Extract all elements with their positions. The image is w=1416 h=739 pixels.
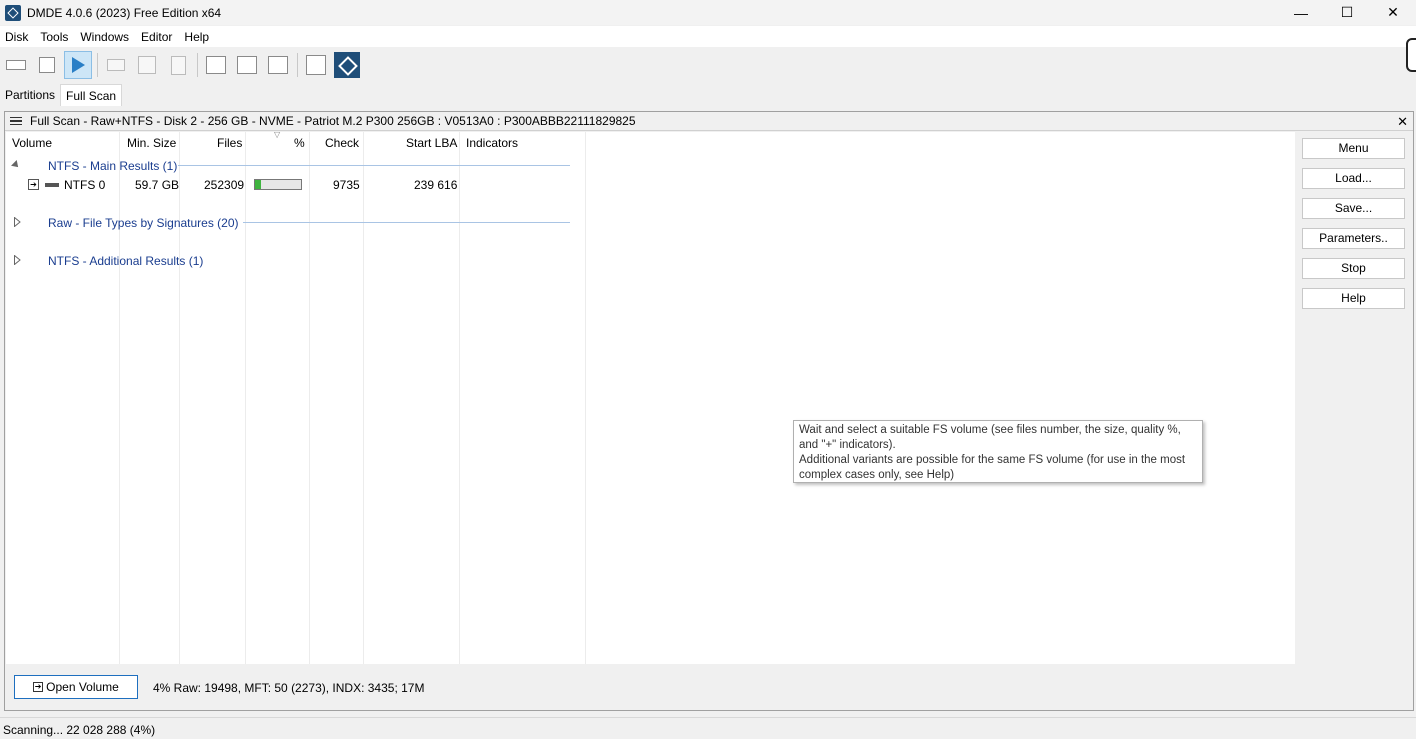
window-title: DMDE 4.0.6 (2023) Free Edition x64 [27, 5, 222, 20]
help-button[interactable]: Help [1302, 288, 1405, 309]
hint-tooltip: Wait and select a suitable FS volume (se… [793, 420, 1203, 483]
start-scan-icon[interactable] [64, 51, 92, 79]
expand-arrow-icon[interactable] [14, 254, 21, 266]
menu-tools[interactable]: Tools [35, 30, 73, 44]
panel-close-button[interactable]: ✕ [1397, 114, 1408, 130]
partitions-list-icon[interactable] [33, 51, 61, 79]
menu-bar: Disk Tools Windows Editor Help [0, 26, 1416, 47]
volume-disk-icon [45, 183, 59, 187]
details-view-icon[interactable] [264, 51, 292, 79]
status-text: Scanning... 22 028 288 (4%) [3, 723, 156, 737]
panel-title: Full Scan - Raw+NTFS - Disk 2 - 256 GB -… [30, 114, 636, 128]
load-button[interactable]: Load... [1302, 168, 1405, 189]
tab-bar: Partitions Full Scan [0, 84, 123, 106]
search-files-icon[interactable] [133, 51, 161, 79]
save-button[interactable]: Save... [1302, 198, 1405, 219]
disk-drive-icon[interactable] [2, 51, 30, 79]
column-divider [363, 132, 364, 664]
column-header-percent[interactable]: % [294, 136, 305, 150]
open-volume-tool-icon[interactable] [102, 51, 130, 79]
volume-start-lba: 239 616 [414, 178, 458, 192]
scan-progress-info: 4% Raw: 19498, MFT: 50 (2273), INDX: 343… [153, 681, 425, 695]
panel-menu-icon[interactable] [10, 116, 22, 126]
menu-editor[interactable]: Editor [136, 30, 177, 44]
menu-windows[interactable]: Windows [75, 30, 134, 44]
stop-button[interactable]: Stop [1302, 258, 1405, 279]
column-header-files[interactable]: Files [217, 136, 242, 150]
open-volume-row-icon[interactable]: ➔ [28, 179, 39, 190]
tab-full-scan[interactable]: Full Scan [60, 84, 123, 106]
collapse-arrow-icon[interactable] [11, 160, 21, 170]
column-header-min-size[interactable]: Min. Size [127, 136, 176, 150]
tooltip-line: Additional variants are possible for the… [799, 454, 1186, 466]
close-window-button[interactable]: ✕ [1370, 0, 1416, 25]
toolbar-separator [97, 53, 98, 77]
volume-files: 252309 [204, 178, 245, 192]
menu-disk[interactable]: Disk [0, 30, 33, 44]
toolbar [0, 48, 1416, 82]
panel-bottom-bar: ➔ Open Volume 4% Raw: 19498, MFT: 50 (22… [6, 665, 1412, 710]
tooltip-line: Wait and select a suitable FS volume (se… [799, 424, 1181, 436]
tooltip-line: and "+" indicators). [799, 439, 896, 451]
column-divider [585, 132, 586, 664]
expand-arrow-icon[interactable] [14, 216, 21, 228]
disk-editor-icon[interactable] [302, 51, 330, 79]
menu-button[interactable]: Menu [1302, 138, 1405, 159]
group-divider [178, 165, 570, 166]
volume-name[interactable]: NTFS 0 [64, 178, 105, 192]
column-header-indicators[interactable]: Indicators [466, 136, 518, 150]
column-divider [245, 132, 246, 664]
full-scan-panel: Full Scan - Raw+NTFS - Disk 2 - 256 GB -… [4, 111, 1414, 711]
quality-progress-bar [254, 179, 302, 190]
parameters-button[interactable]: Parameters.. [1302, 228, 1405, 249]
dmde-logo-icon[interactable] [333, 51, 361, 79]
tooltip-line: complex cases only, see Help) [799, 469, 955, 481]
column-divider [309, 132, 310, 664]
sort-indicator-icon: ▽ [274, 130, 281, 139]
column-divider [119, 132, 120, 664]
group-ntfs-main[interactable]: NTFS - Main Results (1) [48, 159, 177, 173]
maximize-button[interactable]: ☐ [1324, 0, 1370, 25]
menu-help[interactable]: Help [179, 30, 214, 44]
column-divider [179, 132, 180, 664]
column-header-start-lba[interactable]: Start LBA [406, 136, 457, 150]
list-view-icon[interactable] [233, 51, 261, 79]
toolbar-separator [197, 53, 198, 77]
tab-partitions[interactable]: Partitions [0, 84, 60, 106]
side-button-panel: Menu Load... Save... Parameters.. Stop H… [1302, 138, 1405, 318]
tree-view-icon[interactable] [202, 51, 230, 79]
group-ntfs-additional[interactable]: NTFS - Additional Results (1) [48, 254, 203, 268]
open-volume-button[interactable]: ➔ Open Volume [14, 675, 138, 699]
column-divider [459, 132, 460, 664]
column-header-volume[interactable]: Volume [12, 136, 52, 150]
title-bar: DMDE 4.0.6 (2023) Free Edition x64 — ☐ ✕ [0, 0, 1416, 25]
scroll-handle[interactable] [1406, 38, 1416, 72]
app-logo-icon [5, 4, 21, 21]
column-header-check[interactable]: Check [325, 136, 359, 150]
minimize-button[interactable]: — [1278, 0, 1324, 25]
volume-check: 9735 [333, 178, 360, 192]
volume-min-size: 59.7 GB [135, 178, 180, 192]
file-properties-icon[interactable] [164, 51, 192, 79]
scan-results-list[interactable]: Volume Min. Size Files ▽ % Check Start L… [6, 130, 1295, 664]
group-raw-signatures[interactable]: Raw - File Types by Signatures (20) [48, 216, 239, 230]
open-arrow-icon: ➔ [33, 682, 44, 692]
toolbar-separator [297, 53, 298, 77]
open-volume-label: Open Volume [46, 680, 119, 694]
group-divider [243, 222, 570, 223]
status-bar: Scanning... 22 028 288 (4%) [0, 717, 1416, 739]
panel-header: Full Scan - Raw+NTFS - Disk 2 - 256 GB -… [5, 112, 1413, 131]
